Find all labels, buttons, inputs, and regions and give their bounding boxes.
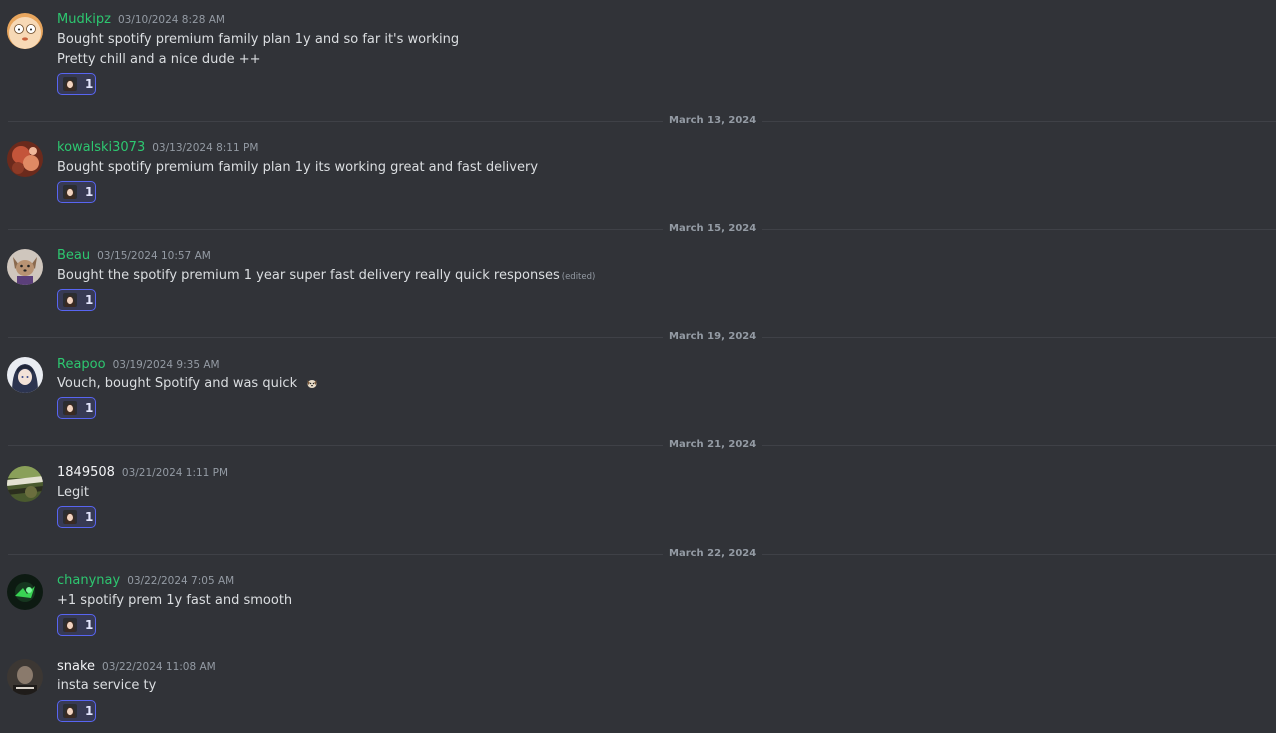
date-divider: March 22, 2024: [8, 547, 1276, 561]
username[interactable]: Reapoo: [57, 357, 106, 372]
date-divider: March 21, 2024: [8, 438, 1276, 452]
reaction-button[interactable]: 1: [57, 397, 96, 419]
avatar[interactable]: [7, 659, 43, 695]
message-text: Bought the spotify premium 1 year super …: [57, 267, 595, 286]
reaction-count: 1: [85, 401, 94, 415]
timestamp[interactable]: 03/10/2024 8:28 AM: [118, 14, 225, 26]
girl-face-emoji: [63, 293, 77, 307]
divider-date: March 19, 2024: [663, 330, 763, 344]
username[interactable]: Beau: [57, 248, 90, 263]
username[interactable]: 1849508: [57, 465, 115, 480]
timestamp[interactable]: 03/13/2024 8:11 PM: [152, 142, 258, 154]
girl-face-emoji: [63, 618, 77, 632]
reaction-button[interactable]: 1: [57, 289, 96, 311]
message-text-content: Bought the spotify premium 1 year super …: [57, 268, 560, 283]
avatar[interactable]: [7, 357, 43, 393]
divider-line: [8, 121, 1276, 122]
avatar[interactable]: [7, 466, 43, 502]
divider-date: March 15, 2024: [663, 222, 763, 236]
message-text-content: Vouch, bought Spotify and was quick: [57, 376, 298, 391]
reaction-button[interactable]: 1: [57, 614, 96, 636]
dark-photo-avatar: [7, 659, 43, 695]
message-text: Legit: [57, 485, 89, 500]
girl-face-emoji: [63, 185, 77, 199]
reaction-button[interactable]: 1: [57, 73, 96, 95]
reaction-count: 1: [85, 704, 94, 718]
timestamp[interactable]: 03/22/2024 7:05 AM: [127, 575, 234, 587]
divider-date: March 21, 2024: [663, 438, 763, 452]
divider-date: March 22, 2024: [663, 547, 763, 561]
avatar[interactable]: [7, 13, 43, 49]
edited-label: (edited): [561, 272, 596, 282]
green-glow-avatar: [7, 574, 43, 610]
timestamp[interactable]: 03/22/2024 11:08 AM: [102, 661, 216, 673]
girl-face-emoji: [63, 704, 77, 718]
avatar[interactable]: [7, 141, 43, 177]
reaction-count: 1: [85, 77, 94, 91]
divider-line: [8, 337, 1276, 338]
message-text: Bought spotify premium family plan 1y an…: [57, 32, 460, 47]
timestamp[interactable]: 03/15/2024 10:57 AM: [97, 250, 211, 262]
date-divider: March 15, 2024: [8, 222, 1276, 236]
reaction-count: 1: [85, 510, 94, 524]
girl-face-emoji: [63, 401, 77, 415]
anime-avatar: [7, 357, 43, 393]
girl-face-emoji: [63, 510, 77, 524]
message-text: +1 spotify prem 1y fast and smooth: [57, 593, 293, 608]
nature-photo-avatar: [7, 466, 43, 502]
dog-avatar: [7, 249, 43, 285]
reaction-button[interactable]: 1: [57, 700, 96, 722]
date-divider: March 19, 2024: [8, 330, 1276, 344]
username[interactable]: chanynay: [57, 573, 120, 588]
reaction-count: 1: [85, 185, 94, 199]
avatar[interactable]: [7, 574, 43, 610]
message-text: Bought spotify premium family plan 1y it…: [57, 160, 539, 175]
date-divider: March 13, 2024: [8, 114, 1276, 128]
message-text: Vouch, bought Spotify and was quick: [57, 375, 319, 393]
divider-line: [8, 445, 1276, 446]
message-list: Mudkipz 03/10/2024 8:28 AM Bought spotif…: [0, 0, 1276, 733]
username[interactable]: kowalski3073: [57, 140, 145, 155]
reaction-count: 1: [85, 618, 94, 632]
divider-date: March 13, 2024: [663, 114, 763, 128]
timestamp[interactable]: 03/21/2024 1:11 PM: [122, 467, 228, 479]
reaction-count: 1: [85, 293, 94, 307]
avatar[interactable]: [7, 249, 43, 285]
username[interactable]: Mudkipz: [57, 12, 111, 27]
girl-face-emoji: [63, 77, 77, 91]
message-text: Pretty chill and a nice dude ++: [57, 52, 261, 67]
cartoon-face-avatar: [7, 13, 43, 49]
dog-emoji: [307, 380, 317, 388]
red-photo-avatar: [7, 141, 43, 177]
divider-line: [8, 554, 1276, 555]
timestamp[interactable]: 03/19/2024 9:35 AM: [113, 359, 220, 371]
reaction-button[interactable]: 1: [57, 506, 96, 528]
message-text: insta service ty: [57, 678, 157, 693]
divider-line: [8, 229, 1276, 230]
reaction-button[interactable]: 1: [57, 181, 96, 203]
username[interactable]: snake: [57, 659, 95, 674]
